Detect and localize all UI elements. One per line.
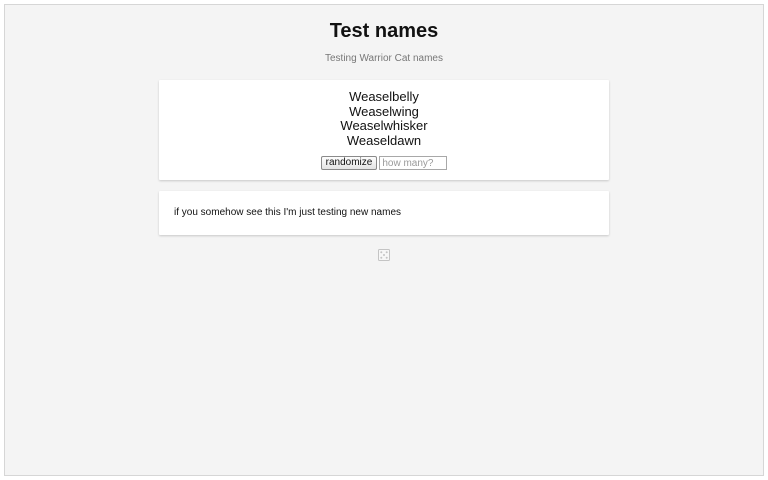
randomizer-controls: randomize bbox=[159, 156, 609, 170]
note-card: if you somehow see this I'm just testing… bbox=[159, 191, 609, 235]
count-input[interactable] bbox=[379, 156, 448, 170]
names-list: Weaselbelly Weaselwing Weaselwhisker Wea… bbox=[159, 89, 609, 148]
page-frame: Test names Testing Warrior Cat names Wea… bbox=[4, 4, 764, 476]
name-item: Weaseldawn bbox=[346, 132, 422, 148]
dice-icon[interactable] bbox=[378, 249, 390, 261]
page-subtitle: Testing Warrior Cat names bbox=[325, 53, 443, 64]
name-item: Weaselwing bbox=[349, 103, 419, 119]
page-title: Test names bbox=[329, 20, 439, 42]
note-text: if you somehow see this I'm just testing… bbox=[174, 207, 402, 218]
name-item: Weaselwhisker bbox=[340, 118, 428, 133]
names-card: Weaselbelly Weaselwing Weaselwhisker Wea… bbox=[159, 80, 609, 180]
randomize-button[interactable]: randomize bbox=[320, 156, 378, 170]
name-item: Weaselbelly bbox=[349, 89, 419, 104]
